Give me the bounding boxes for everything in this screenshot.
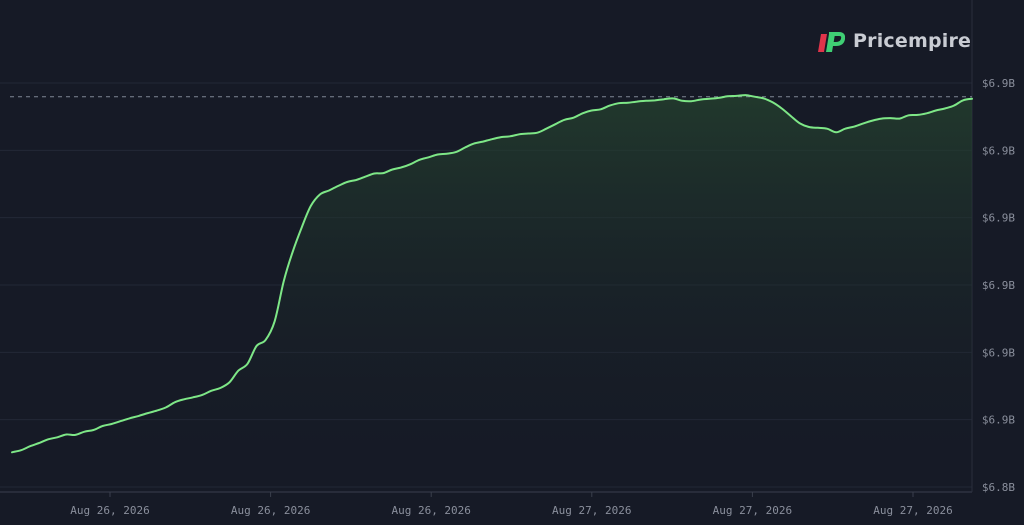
x-tick-label: Aug 27, 2026 (552, 504, 631, 517)
y-tick-label: $6.9B (982, 279, 1015, 292)
x-tick-label: Aug 26, 2026 (391, 504, 470, 517)
chart-container: Aug 26, 2026 Aug 26, 2026 Aug 26, 2026 Aug … (0, 0, 1024, 525)
x-tick-label: Aug 26, 2026 (231, 504, 310, 517)
x-tick-label: Aug 27, 2026 (713, 504, 792, 517)
brand-logo[interactable]: Pricempire (815, 26, 971, 56)
y-tick-label: $6.9B (982, 414, 1015, 427)
y-tick-label: $6.9B (982, 346, 1015, 359)
y-tick-label: $6.9B (982, 144, 1015, 157)
x-tick-label: Aug 27, 2026 (873, 504, 952, 517)
series-area-fill (12, 95, 972, 493)
y-tick-label: $6.8B (982, 481, 1015, 494)
x-axis-ticks: Aug 26, 2026 Aug 26, 2026 Aug 26, 2026 Aug … (70, 492, 953, 517)
y-tick-label: $6.9B (982, 77, 1015, 90)
x-tick-label: Aug 26, 2026 (70, 504, 149, 517)
brand-name: Pricempire (853, 30, 972, 52)
y-axis-ticks: $6.9B $6.9B $6.9B $6.9B $6.9B $6.9B $6.8B (982, 77, 1015, 494)
price-area-chart: Aug 26, 2026 Aug 26, 2026 Aug 26, 2026 Aug … (0, 0, 1015, 517)
y-tick-label: $6.9B (982, 212, 1015, 225)
pricempire-logo-icon (818, 32, 845, 52)
